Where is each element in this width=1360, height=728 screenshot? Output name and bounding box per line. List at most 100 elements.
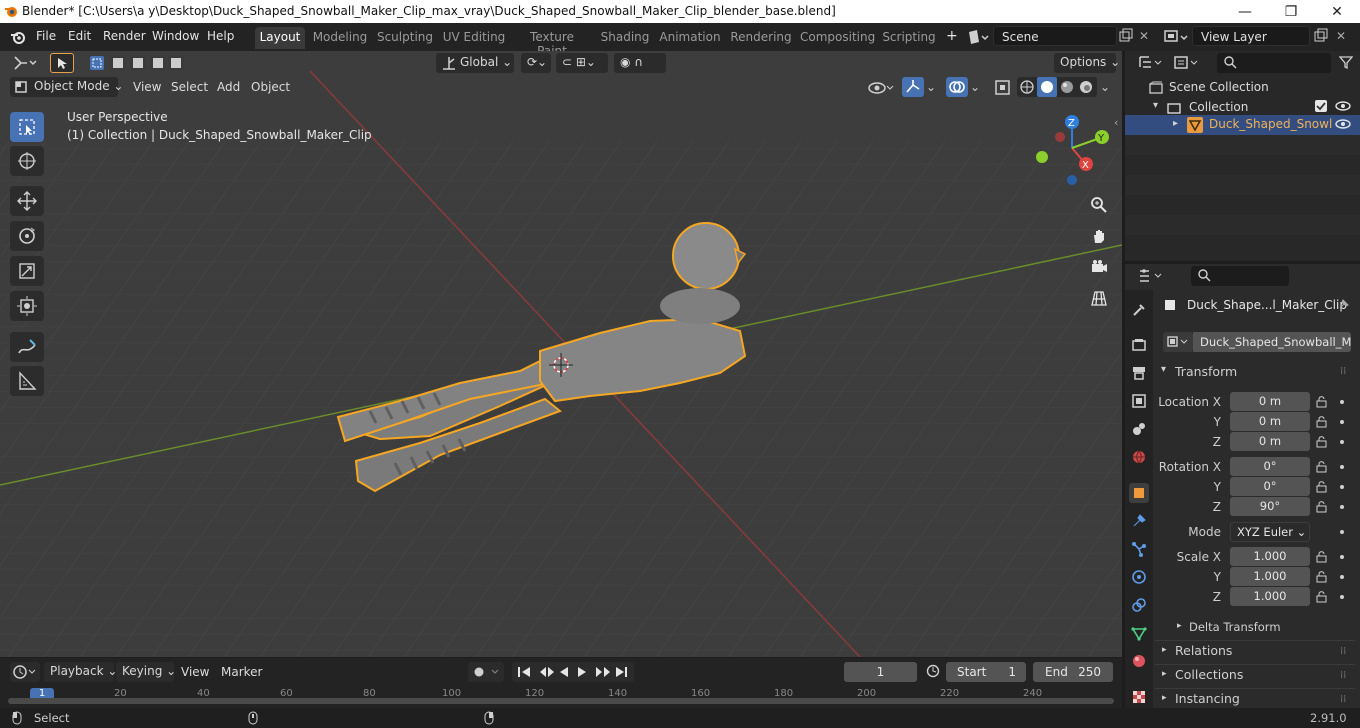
- menu-help[interactable]: Help: [207, 29, 234, 43]
- keyframe-dot[interactable]: [1340, 400, 1344, 404]
- remove-view-layer-icon[interactable]: ✕: [1336, 29, 1346, 43]
- drag-handle-icon[interactable]: ⁞⁞: [1340, 694, 1346, 705]
- keyframe-dot[interactable]: [1340, 485, 1344, 489]
- gizmo-toggle-icon[interactable]: [902, 77, 924, 97]
- drag-handle-icon[interactable]: ⁞⁞: [1340, 366, 1346, 377]
- instancing-expand-icon[interactable]: ▸: [1162, 693, 1167, 703]
- tab-layout[interactable]: Layout: [255, 27, 305, 49]
- menu-render[interactable]: Render: [103, 29, 146, 43]
- new-view-layer-icon[interactable]: [1313, 28, 1329, 44]
- add-workspace-button[interactable]: +: [946, 28, 958, 44]
- keyframe-dot[interactable]: [1340, 505, 1344, 509]
- scale-y-field[interactable]: 1.000: [1230, 567, 1310, 586]
- selection-mode-icons[interactable]: [88, 54, 184, 72]
- tab-tool-icon[interactable]: [1129, 300, 1149, 320]
- lock-icon[interactable]: [1316, 461, 1328, 473]
- proportional-editing-dropdown[interactable]: ◉ ∩: [614, 53, 666, 73]
- camera-view-icon[interactable]: [1086, 254, 1112, 280]
- tab-scripting[interactable]: Scripting: [880, 27, 938, 49]
- relations-expand-icon[interactable]: ▸: [1162, 645, 1167, 655]
- tab-compositing[interactable]: Compositing: [800, 27, 875, 49]
- tab-world-icon[interactable]: [1129, 447, 1149, 467]
- collection-expand-icon[interactable]: ▾: [1153, 100, 1158, 111]
- collection-checkbox-icon[interactable]: [1315, 100, 1327, 112]
- tool-select-box[interactable]: [10, 112, 44, 142]
- timeline-frame-ruler[interactable]: 1 20 40 60 80 100 120 140 160 180 200 22…: [8, 686, 1114, 706]
- tab-constraints-icon[interactable]: [1129, 595, 1149, 615]
- outliner-scene-collection[interactable]: Scene Collection: [1169, 80, 1269, 94]
- preview-range-clock-icon[interactable]: [926, 664, 940, 678]
- object-visibility-eye-icon[interactable]: [1335, 117, 1351, 131]
- display-mode-icon[interactable]: [1173, 54, 1199, 72]
- outliner-search-input[interactable]: [1217, 53, 1331, 73]
- gizmo-dropdown-icon[interactable]: ⌄: [926, 80, 936, 94]
- navigation-gizmo[interactable]: Z X Y: [1032, 110, 1122, 190]
- shading-mode-group[interactable]: [1017, 77, 1097, 97]
- lock-icon[interactable]: [1316, 436, 1328, 448]
- rotation-z-field[interactable]: 90°: [1230, 497, 1310, 516]
- menu-edit[interactable]: Edit: [68, 29, 91, 43]
- delta-transform-section[interactable]: Delta Transform: [1189, 620, 1281, 634]
- outliner-collection[interactable]: Collection: [1189, 100, 1248, 114]
- tab-view-layer-icon[interactable]: [1129, 391, 1149, 411]
- menu-file[interactable]: File: [36, 29, 56, 43]
- start-frame-field[interactable]: Start 1: [946, 662, 1026, 682]
- lock-icon[interactable]: [1316, 396, 1328, 408]
- scale-z-field[interactable]: 1.000: [1230, 587, 1310, 606]
- tab-object-icon[interactable]: [1129, 483, 1149, 503]
- sidebar-toggle-icon[interactable]: ‹: [1114, 116, 1118, 129]
- timeline-marker-menu[interactable]: Marker: [221, 665, 262, 679]
- transform-section-title[interactable]: Transform: [1175, 364, 1237, 379]
- rotation-x-field[interactable]: 0°: [1230, 457, 1310, 476]
- relations-section[interactable]: Relations: [1175, 643, 1232, 658]
- collections-expand-icon[interactable]: ▸: [1162, 669, 1167, 679]
- outliner-row-selected[interactable]: ▸ Duck_Shaped_Snowl: [1125, 115, 1360, 135]
- drag-handle-icon[interactable]: ⁞⁞: [1340, 646, 1346, 657]
- tab-modifiers-icon[interactable]: [1129, 511, 1149, 531]
- keyframe-dot[interactable]: [1340, 555, 1344, 559]
- tab-modeling[interactable]: Modeling: [310, 27, 370, 49]
- keyframe-dot[interactable]: [1340, 465, 1344, 469]
- tab-uv-editing[interactable]: UV Editing: [442, 27, 506, 49]
- menu-add[interactable]: Add: [217, 80, 240, 94]
- timeline-view-menu[interactable]: View: [181, 665, 209, 679]
- rotation-mode-dropdown[interactable]: XYZ Euler ⌄: [1230, 522, 1310, 542]
- menu-select[interactable]: Select: [171, 80, 208, 94]
- location-y-field[interactable]: 0 m: [1230, 412, 1310, 431]
- tab-texture-paint[interactable]: Texture Paint: [514, 27, 590, 58]
- tab-physics-icon[interactable]: [1129, 567, 1149, 587]
- timeline-scrollbar[interactable]: [8, 698, 1114, 704]
- scene-name-field[interactable]: Scene: [993, 26, 1117, 46]
- outliner-object-name[interactable]: Duck_Shaped_Snowl: [1209, 117, 1332, 131]
- minimize-button[interactable]: —: [1222, 0, 1268, 23]
- properties-object-name[interactable]: Duck_Shape...l_Maker_Clip: [1187, 298, 1347, 312]
- instancing-section[interactable]: Instancing: [1175, 691, 1240, 706]
- shading-dropdown-icon[interactable]: ⌄: [1100, 80, 1110, 94]
- tab-output-icon[interactable]: [1129, 363, 1149, 383]
- tab-particles-icon[interactable]: [1129, 539, 1149, 559]
- tool-annotate[interactable]: [10, 332, 44, 362]
- object-name-field[interactable]: Duck_Shaped_Snowball_Ma...: [1193, 332, 1351, 352]
- current-frame-field[interactable]: 1: [844, 662, 917, 682]
- lock-icon[interactable]: [1316, 416, 1328, 428]
- scene-selector-icon[interactable]: [966, 28, 990, 46]
- location-x-field[interactable]: 0 m: [1230, 392, 1310, 411]
- overlays-dropdown-icon[interactable]: ⌄: [970, 80, 980, 94]
- pin-icon[interactable]: [1336, 298, 1350, 312]
- editor-type-icon[interactable]: [12, 54, 38, 72]
- ortho-toggle-icon[interactable]: [1086, 285, 1112, 311]
- playback-dropdown[interactable]: Playback ⌄: [44, 662, 117, 682]
- lock-icon[interactable]: [1316, 591, 1328, 603]
- tab-render-icon[interactable]: [1129, 335, 1149, 355]
- keyframe-dot[interactable]: [1340, 575, 1344, 579]
- options-dropdown[interactable]: Options ⌄: [1054, 53, 1120, 73]
- filter-icon[interactable]: [1339, 55, 1353, 69]
- properties-editor-type-icon[interactable]: [1137, 267, 1163, 285]
- collections-section[interactable]: Collections: [1175, 667, 1243, 682]
- tool-move[interactable]: [10, 186, 44, 216]
- lock-icon[interactable]: [1316, 501, 1328, 513]
- scale-x-field[interactable]: 1.000: [1230, 547, 1310, 566]
- playback-controls[interactable]: [512, 662, 634, 682]
- lock-icon[interactable]: [1316, 571, 1328, 583]
- rotation-y-field[interactable]: 0°: [1230, 477, 1310, 496]
